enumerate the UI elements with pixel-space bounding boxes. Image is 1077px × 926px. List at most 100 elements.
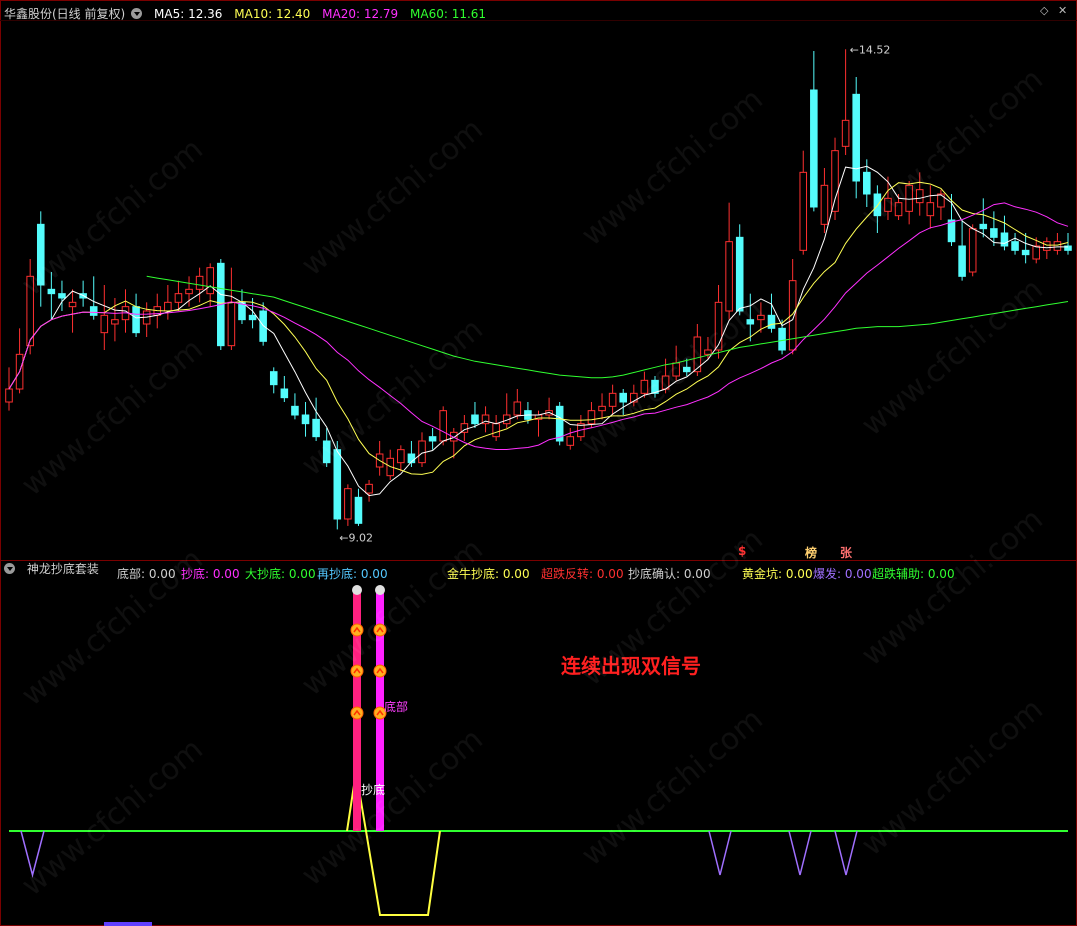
candle-body — [555, 405, 564, 442]
candle-body — [449, 431, 458, 442]
chart-frame — [0, 0, 1077, 926]
candle-body — [778, 327, 786, 351]
up-arrow-icon — [350, 706, 364, 720]
candle-body — [735, 236, 744, 312]
candle-body — [132, 306, 140, 334]
up-arrow-icon — [373, 664, 387, 678]
candle-body — [884, 197, 892, 212]
candle-body — [767, 314, 776, 329]
indicator-name: 神龙抄底套装 — [26, 562, 99, 576]
candle-body — [1053, 241, 1062, 251]
candle-body — [58, 293, 66, 299]
indicator-header: 神龙抄底套装 — [4, 559, 107, 579]
chaodiquerren-value: 抄底确认: 0.00 — [628, 567, 711, 581]
candle-body — [100, 314, 109, 334]
ma60-line — [146, 275, 1069, 379]
ma60-label: MA60: 11.61 — [410, 7, 487, 21]
candle-body — [471, 414, 479, 425]
candle-body — [915, 189, 924, 204]
candle-body — [280, 388, 289, 399]
candle-body — [799, 171, 808, 251]
low-price-label: ←9.02 — [339, 531, 373, 544]
candle-body — [598, 405, 606, 412]
candle-body — [68, 301, 77, 308]
purple-v-signal — [834, 830, 858, 876]
candle-body — [672, 362, 680, 377]
candle-body — [619, 392, 628, 403]
candle-body — [831, 150, 839, 212]
dollar-tag: $ — [738, 544, 747, 558]
money-bag-icon — [375, 585, 385, 595]
candle-body — [1043, 241, 1051, 251]
candle-body — [725, 241, 733, 312]
candle-body — [513, 401, 522, 416]
purple-v-signal — [708, 830, 732, 876]
candle-body — [439, 410, 447, 442]
chaodi-value: 抄底: 0.00 — [181, 567, 240, 581]
ma5-label: MA5: 12.36 — [154, 7, 223, 21]
stock-chart-window: ←14.52 ←9.02 抄底 底部 华鑫股份(日线 前复权) MA5: 12.36 … — [0, 0, 1077, 926]
candle-body — [428, 436, 437, 442]
candle-body — [89, 306, 98, 316]
candle-body — [47, 288, 56, 295]
candle-body — [979, 223, 988, 230]
candle-body — [714, 301, 723, 351]
candle-body — [301, 414, 310, 425]
candle-body — [682, 366, 691, 373]
candle-body — [354, 496, 363, 524]
main-chart[interactable]: ←14.52 ←9.02 抄底 底部 — [0, 0, 1077, 926]
candle-body — [820, 184, 829, 225]
up-arrow-icon — [373, 623, 387, 637]
candle-body — [333, 449, 342, 520]
candle-body — [746, 319, 755, 325]
candle-body — [26, 275, 34, 347]
jinniu-value: 金牛抄底: 0.00 — [447, 567, 530, 581]
zhang-tag: 张 — [840, 546, 853, 560]
candle-body — [757, 314, 765, 321]
candle-body — [344, 488, 352, 520]
close-icon[interactable]: ✕ — [1058, 4, 1067, 17]
candle-body — [111, 319, 119, 325]
ma10-label: MA10: 12.40 — [234, 7, 311, 21]
chevron-down-icon[interactable] — [131, 8, 143, 19]
ma20-label: MA20: 12.79 — [322, 7, 399, 21]
candle-body — [269, 371, 278, 386]
candle-body — [322, 440, 331, 464]
candle-body — [206, 267, 214, 295]
candle-body — [608, 392, 617, 407]
main-chart-header: 华鑫股份(日线 前复权) MA5: 12.36 MA10: 12.40 MA20… — [4, 4, 494, 24]
candle-body — [905, 184, 913, 212]
chaodiefanzhuan-value: 超跌反转: 0.00 — [541, 567, 624, 581]
candle-body — [937, 193, 945, 208]
up-arrow-icon — [350, 623, 364, 637]
candle-body — [492, 423, 500, 438]
diamond-icon[interactable]: ◇ — [1040, 4, 1048, 17]
candle-body — [5, 388, 13, 403]
bang-tag: 榜 — [805, 546, 818, 560]
chevron-down-icon[interactable] — [4, 563, 15, 574]
candle-body — [365, 483, 373, 494]
candle-body — [968, 228, 977, 273]
scroll-indicator — [104, 922, 152, 926]
candle-body — [418, 440, 426, 464]
candle-body — [195, 275, 204, 290]
candle-body — [397, 449, 405, 464]
chaodi-signal-label: 抄底 — [361, 782, 385, 797]
candle-body — [990, 228, 998, 238]
chart-title: 华鑫股份(日线 前复权) — [4, 7, 126, 21]
huangjinkeng-value: 黄金坑: 0.00 — [742, 567, 813, 581]
candle-body — [640, 379, 649, 394]
chaodiefuzhu-value: 超跌辅助: 0.00 — [872, 567, 955, 581]
zaichaodi-value: 再抄底: 0.00 — [317, 567, 388, 581]
candle-body — [841, 119, 850, 147]
dibu-signal-label: 底部 — [384, 699, 408, 714]
candle-body — [227, 301, 236, 347]
candle-body — [36, 223, 45, 286]
candle-body — [704, 349, 712, 355]
candle-body — [248, 314, 257, 321]
candle-body — [926, 202, 935, 217]
candle-body — [1000, 232, 1009, 247]
candle-body — [312, 418, 320, 438]
candle-body — [566, 436, 575, 446]
baofa-value: 爆发: 0.00 — [813, 567, 872, 581]
